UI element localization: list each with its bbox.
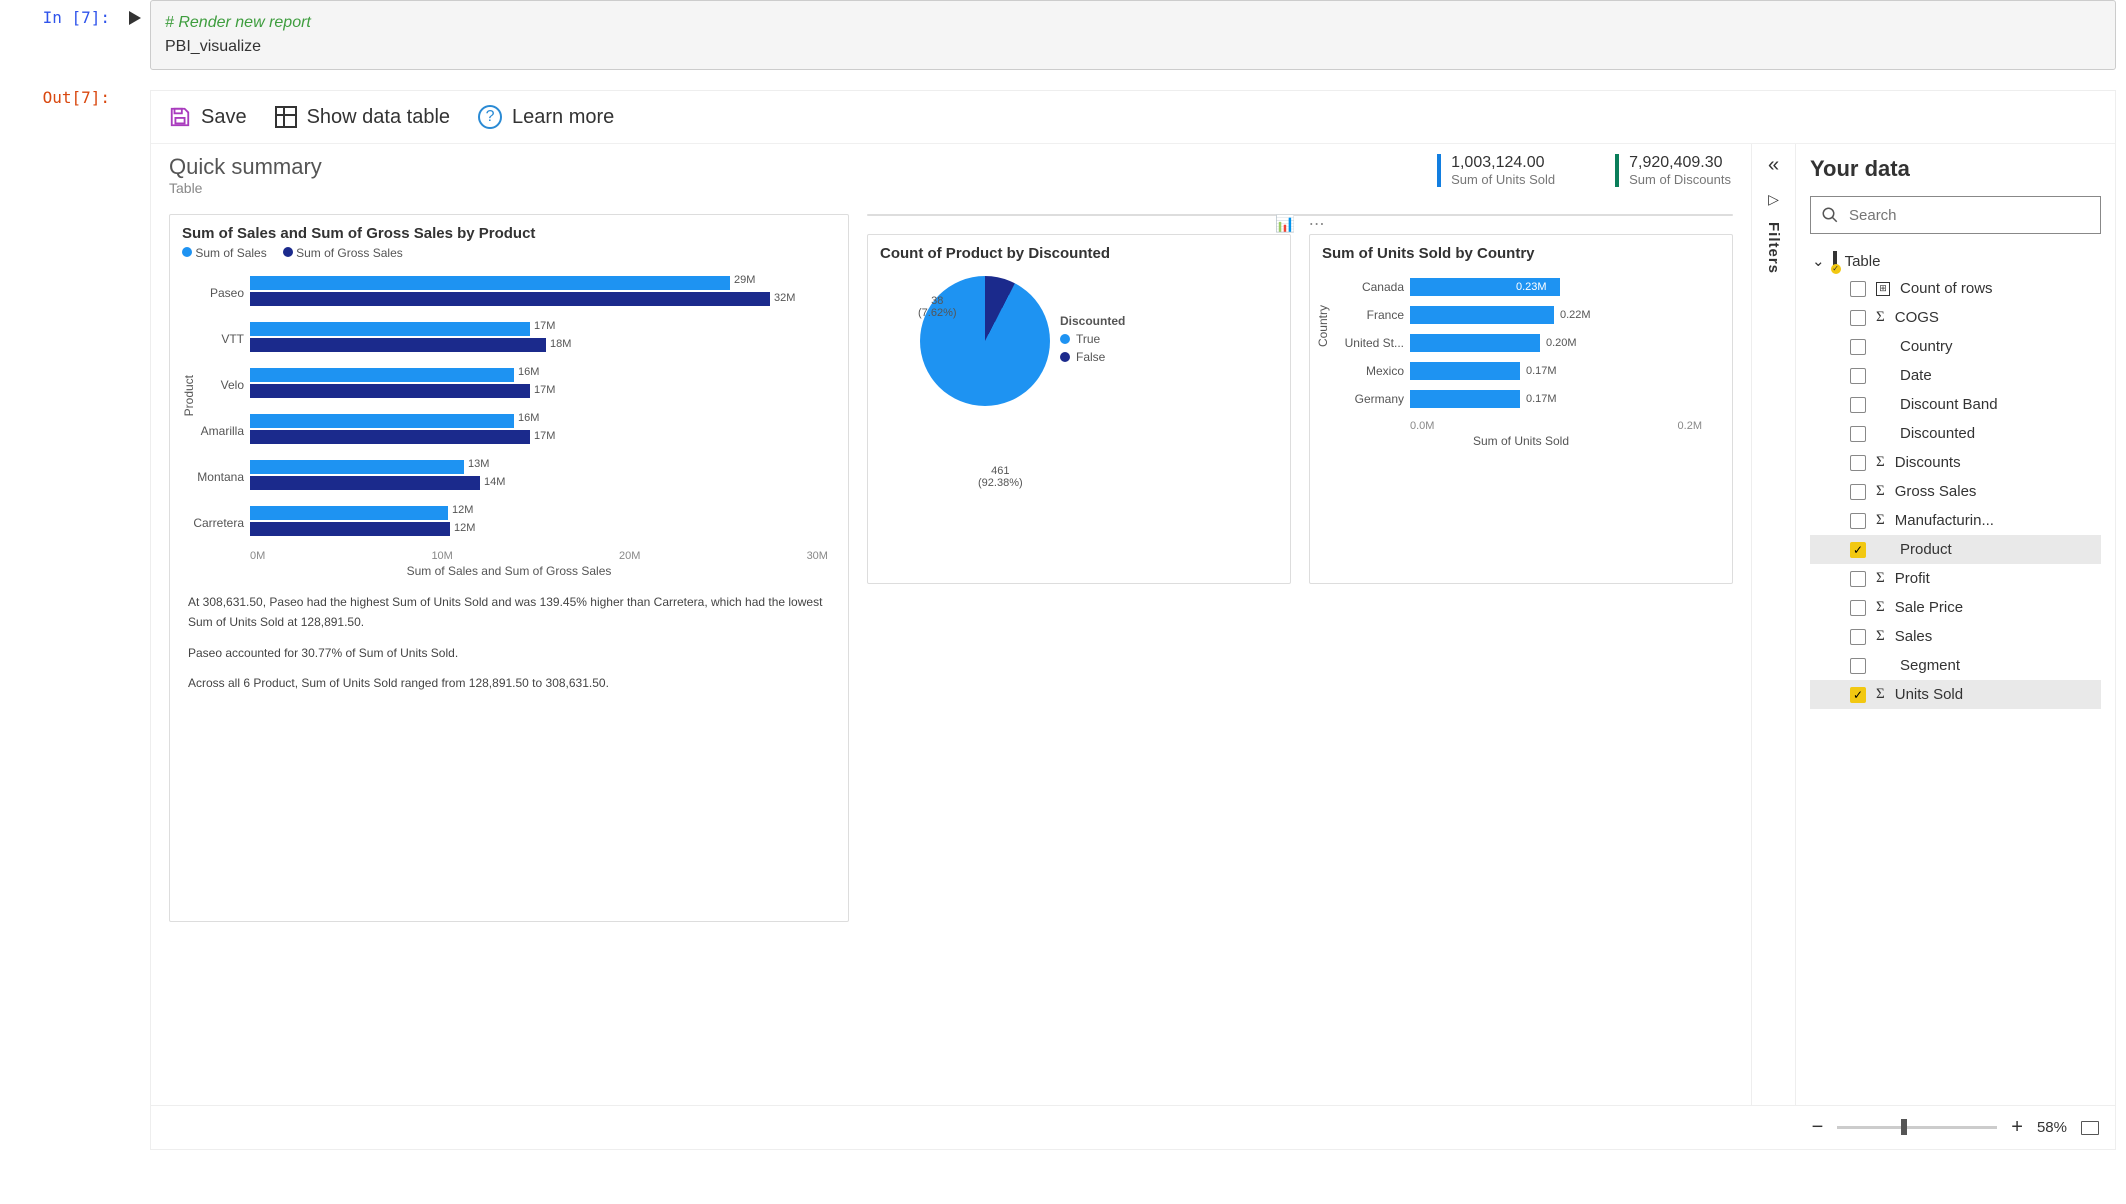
- save-button[interactable]: Save: [169, 106, 247, 129]
- checkbox[interactable]: [1850, 629, 1866, 645]
- field-count-of-rows[interactable]: ⊞Count of rows: [1810, 274, 2101, 303]
- bar-row[interactable]: Montana 13M 14M: [250, 454, 828, 500]
- bar-row[interactable]: Paseo 29M 32M: [250, 270, 828, 316]
- bar-row[interactable]: Velo 16M 17M: [250, 362, 828, 408]
- run-cell-icon[interactable]: [120, 0, 150, 70]
- learn-more-button[interactable]: ? Learn more: [478, 105, 614, 129]
- checkbox[interactable]: [1850, 600, 1866, 616]
- checkbox[interactable]: [1850, 426, 1866, 442]
- kpi-discounts: 7,920,409.30 Sum of Discounts: [1615, 154, 1731, 187]
- kpi-units-sold: 1,003,124.00 Sum of Units Sold: [1437, 154, 1555, 187]
- checkbox[interactable]: [1850, 687, 1866, 703]
- search-input[interactable]: [1810, 196, 2101, 234]
- checkbox[interactable]: [1850, 397, 1866, 413]
- checkbox[interactable]: [1850, 484, 1866, 500]
- field-gross-sales[interactable]: ΣGross Sales: [1810, 477, 2101, 506]
- pbi-toolbar: Save Show data table ? Learn more: [151, 91, 2115, 144]
- bar-row[interactable]: Germany0.17M: [1410, 388, 1718, 416]
- checkbox[interactable]: [1850, 542, 1866, 558]
- collapse-icon[interactable]: «: [1768, 154, 1779, 177]
- search-icon: [1821, 206, 1839, 224]
- in-prompt: In [7]:: [0, 0, 120, 70]
- bar-row[interactable]: United St...0.20M: [1410, 332, 1718, 360]
- field-date[interactable]: Date: [1810, 361, 2101, 390]
- field-product[interactable]: Product: [1810, 535, 2101, 564]
- checkbox[interactable]: [1850, 513, 1866, 529]
- field-manufacturin-[interactable]: ΣManufacturin...: [1810, 506, 2101, 535]
- bar-row[interactable]: VTT 17M 18M: [250, 316, 828, 362]
- zoom-level: 58%: [2037, 1119, 2067, 1136]
- field-discount-band[interactable]: Discount Band: [1810, 390, 2101, 419]
- table-icon: [275, 106, 297, 128]
- fit-to-page-icon[interactable]: [2081, 1121, 2099, 1135]
- code-cell[interactable]: # Render new report PBI_visualize: [150, 0, 2116, 70]
- field-profit[interactable]: ΣProfit: [1810, 564, 2101, 593]
- units-by-country-chart[interactable]: Sum of Units Sold by Country Country Can…: [1309, 234, 1733, 584]
- status-bar: − + 58%: [151, 1105, 2115, 1149]
- field-sale-price[interactable]: ΣSale Price: [1810, 593, 2101, 622]
- bar-row[interactable]: France0.22M: [1410, 304, 1718, 332]
- checkbox[interactable]: [1850, 658, 1866, 674]
- save-icon: [169, 106, 191, 128]
- checkbox[interactable]: [1850, 310, 1866, 326]
- table-node[interactable]: ⌄ ✓ Table: [1810, 248, 2101, 274]
- chevron-down-icon: ⌄: [1812, 252, 1825, 270]
- bar-row[interactable]: Carretera 12M 12M: [250, 500, 828, 546]
- zoom-out-button[interactable]: −: [1812, 1116, 1824, 1139]
- field-discounts[interactable]: ΣDiscounts: [1810, 448, 2101, 477]
- checkbox[interactable]: [1850, 455, 1866, 471]
- bar-row[interactable]: Canada0.23M: [1410, 276, 1718, 304]
- filter-icon: ▷: [1768, 191, 1779, 208]
- out-prompt: Out[7]:: [0, 80, 120, 1150]
- pbi-report: Save Show data table ? Learn more Quick …: [150, 90, 2116, 1150]
- data-pane: Your data ⌄ ✓ Table: [1795, 144, 2115, 1105]
- show-data-table-button[interactable]: Show data table: [275, 106, 450, 129]
- field-country[interactable]: Country: [1810, 332, 2101, 361]
- data-pane-title: Your data: [1810, 156, 2101, 182]
- field-units-sold[interactable]: ΣUnits Sold: [1810, 680, 2101, 709]
- checkbox[interactable]: [1850, 368, 1866, 384]
- field-segment[interactable]: Segment: [1810, 651, 2101, 680]
- zoom-in-button[interactable]: +: [2011, 1116, 2023, 1139]
- field-discounted[interactable]: Discounted: [1810, 419, 2101, 448]
- bar-row[interactable]: Mexico0.17M: [1410, 360, 1718, 388]
- bar-row[interactable]: Amarilla 16M 17M: [250, 408, 828, 454]
- discounted-pie-chart[interactable]: Count of Product by Discounted 38(7.62%): [867, 234, 1291, 584]
- field-sales[interactable]: ΣSales: [1810, 622, 2101, 651]
- filters-rail[interactable]: « ▷ Filters: [1751, 144, 1795, 1105]
- checkbox[interactable]: [1850, 571, 1866, 587]
- field-cogs[interactable]: ΣCOGS: [1810, 303, 2101, 332]
- checkbox[interactable]: [1850, 281, 1866, 297]
- zoom-slider[interactable]: [1837, 1126, 1997, 1129]
- sales-by-product-chart[interactable]: Sum of Sales and Sum of Gross Sales by P…: [169, 214, 849, 922]
- checkbox[interactable]: [1850, 339, 1866, 355]
- visual-action-icons[interactable]: 📊 ⋯: [1275, 214, 1324, 234]
- help-icon: ?: [478, 105, 502, 129]
